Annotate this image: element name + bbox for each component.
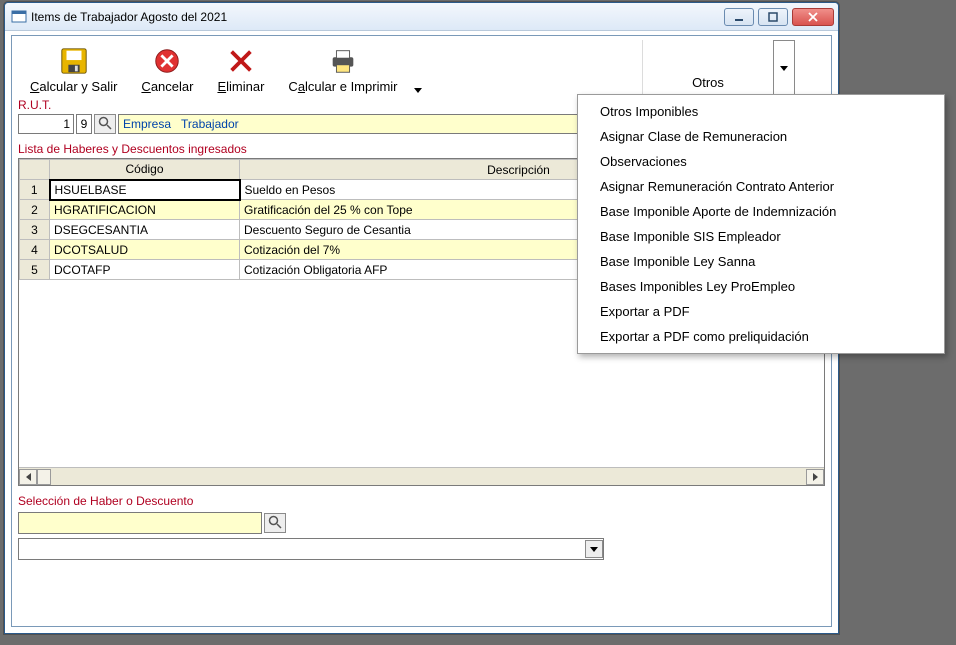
rut-label: R.U.T. (18, 98, 138, 112)
maximize-button[interactable] (758, 8, 788, 26)
cancelar-button[interactable]: Cancelar (129, 43, 205, 96)
rut-number-input[interactable] (18, 114, 74, 134)
menu-item[interactable]: Exportar a PDF como preliquidación (578, 324, 944, 349)
eliminar-button[interactable]: Eliminar (205, 43, 276, 96)
save-icon (59, 46, 89, 79)
caret-down-icon (414, 88, 422, 93)
menu-item[interactable]: Otros Imponibles (578, 99, 944, 124)
seleccion-input[interactable] (18, 512, 262, 534)
caret-down-icon (780, 66, 788, 71)
scroll-left-button[interactable] (19, 469, 37, 485)
delete-icon (226, 46, 256, 79)
combo-dropdown-button[interactable] (585, 540, 603, 558)
otros-button[interactable]: Otros (643, 71, 773, 96)
menu-item[interactable]: Bases Imponibles Ley ProEmpleo (578, 274, 944, 299)
search-icon (268, 515, 282, 532)
app-icon (11, 9, 27, 25)
rut-empresa: Empresa (123, 117, 171, 131)
search-icon (98, 116, 112, 133)
toolbar: Calcular y Salir Cancelar Eliminar Calcu… (12, 36, 831, 98)
window-title: Items de Trabajador Agosto del 2021 (31, 10, 724, 24)
print-icon (328, 46, 358, 79)
menu-item[interactable]: Observaciones (578, 149, 944, 174)
menu-item[interactable]: Base Imponible Aporte de Indemnización (578, 199, 944, 224)
seleccion-search-button[interactable] (264, 513, 286, 533)
minimize-button[interactable] (724, 8, 754, 26)
menu-item[interactable]: Base Imponible SIS Empleador (578, 224, 944, 249)
scroll-thumb[interactable] (37, 469, 51, 485)
rut-search-button[interactable] (94, 114, 116, 134)
triangle-left-icon (26, 473, 31, 481)
caret-down-icon (590, 547, 598, 552)
menu-item[interactable]: Asignar Remuneración Contrato Anterior (578, 174, 944, 199)
otros-menu: Otros Imponibles Asignar Clase de Remune… (577, 94, 945, 354)
triangle-right-icon (813, 473, 818, 481)
menu-item[interactable]: Base Imponible Ley Sanna (578, 249, 944, 274)
grid-corner[interactable] (20, 160, 50, 180)
scroll-right-button[interactable] (806, 469, 824, 485)
calc-imprimir-dropdown[interactable] (414, 82, 422, 96)
col-codigo-header[interactable]: Código (50, 160, 240, 180)
seleccion-label: Selección de Haber o Descuento (12, 486, 831, 510)
grid-hscrollbar[interactable] (19, 467, 824, 485)
scroll-track[interactable] (51, 469, 806, 485)
seleccion-combo[interactable] (18, 538, 604, 560)
cancel-icon (152, 46, 182, 79)
menu-item[interactable]: Exportar a PDF (578, 299, 944, 324)
menu-item[interactable]: Asignar Clase de Remuneracion (578, 124, 944, 149)
rut-dv-input[interactable] (76, 114, 92, 134)
calc-imprimir-button[interactable]: Calcular e Imprimir (276, 43, 409, 96)
titlebar: Items de Trabajador Agosto del 2021 (5, 3, 838, 31)
close-button[interactable] (792, 8, 834, 26)
calc-salir-button[interactable]: Calcular y Salir (18, 43, 129, 96)
rut-trabajador: Trabajador (181, 117, 239, 131)
otros-dropdown-button[interactable] (773, 40, 795, 96)
